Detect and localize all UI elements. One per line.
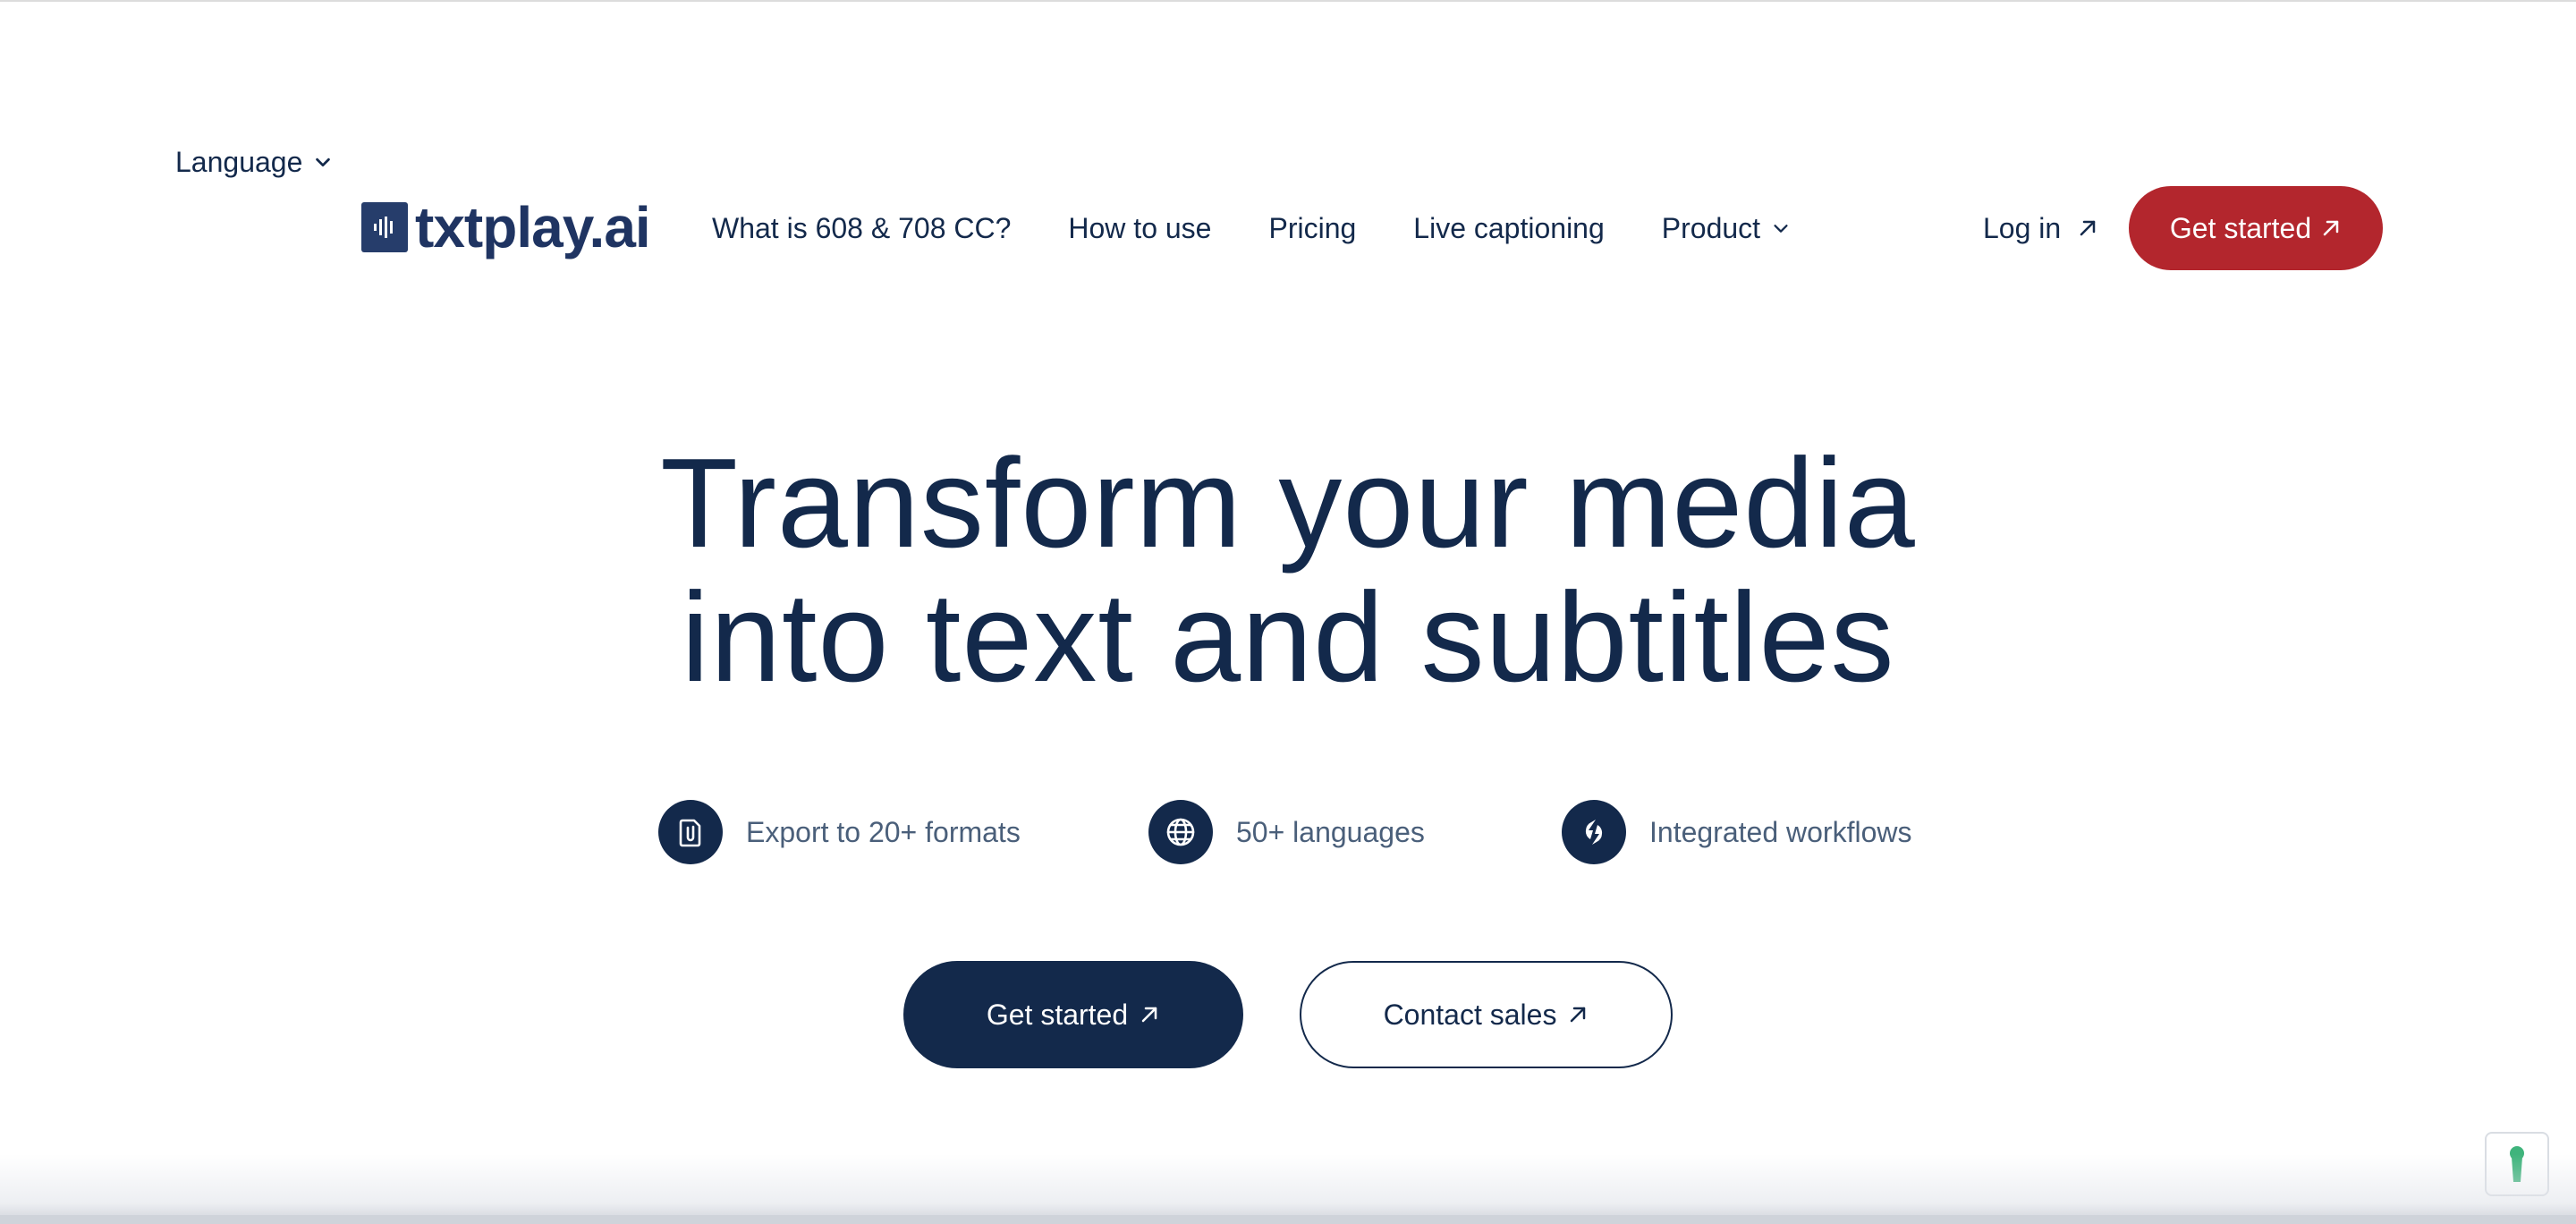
contact-sales-label: Contact sales xyxy=(1383,998,1557,1031)
header-get-started-button[interactable]: Get started xyxy=(2129,186,2383,270)
sync-icon xyxy=(1585,820,1603,845)
feature-list: Export to 20+ formats 50+ languages Inte… xyxy=(0,800,2576,864)
main-nav: What is 608 & 708 CC? How to use Pricing… xyxy=(712,208,1791,249)
nav-product-label: Product xyxy=(1661,211,1761,244)
hero-title: Transform your media into text and subti… xyxy=(394,437,2182,705)
nav-pricing[interactable]: Pricing xyxy=(1268,212,1356,245)
arrow-up-right-icon xyxy=(1571,1007,1586,1023)
language-label: Language xyxy=(175,145,303,178)
chevron-down-icon xyxy=(316,157,331,167)
globe-icon xyxy=(1166,818,1195,846)
language-selector[interactable]: Language xyxy=(175,143,333,181)
feature-export: Export to 20+ formats xyxy=(658,800,1021,864)
logo[interactable]: txtplay.ai xyxy=(361,195,651,259)
nav-what-is-cc[interactable]: What is 608 & 708 CC? xyxy=(712,212,1011,245)
nav-live-captioning[interactable]: Live captioning xyxy=(1413,212,1604,245)
login-link[interactable]: Log in xyxy=(1983,208,2098,249)
feature-workflows-label: Integrated workflows xyxy=(1649,815,1912,848)
hero-get-started-label: Get started xyxy=(986,998,1129,1031)
hero-get-started-button[interactable]: Get started xyxy=(903,961,1243,1068)
hero-title-line-2: into text and subtitles xyxy=(681,566,1895,709)
bottom-shadow xyxy=(0,1154,2576,1224)
feature-languages-badge xyxy=(1148,800,1213,864)
header-get-started-label: Get started xyxy=(2169,211,2312,244)
nav-product[interactable]: Product xyxy=(1662,212,1791,245)
nav-how-to-use[interactable]: How to use xyxy=(1068,212,1211,245)
logo-mark xyxy=(361,202,408,252)
arrow-up-right-icon xyxy=(2080,220,2096,236)
top-border xyxy=(0,0,2576,2)
feature-workflows: Integrated workflows xyxy=(1562,800,1911,864)
soundwave-icon xyxy=(374,217,393,238)
contact-sales-button[interactable]: Contact sales xyxy=(1300,961,1673,1068)
hero-title-line-1: Transform your media xyxy=(660,432,1916,574)
feature-export-label: Export to 20+ formats xyxy=(746,815,1021,848)
logo-text: txtplay.ai xyxy=(415,195,651,259)
feature-workflows-badge xyxy=(1562,800,1626,864)
feature-languages-label: 50+ languages xyxy=(1236,815,1425,848)
bottom-strip xyxy=(0,1215,2576,1224)
feature-export-badge xyxy=(658,800,723,864)
arrow-up-right-icon xyxy=(2323,220,2339,236)
chevron-down-icon xyxy=(1774,225,1788,233)
arrow-up-right-icon xyxy=(1141,1007,1157,1023)
feature-languages: 50+ languages xyxy=(1148,800,1425,864)
login-label: Log in xyxy=(1983,211,2062,244)
file-clip-icon xyxy=(679,819,701,847)
